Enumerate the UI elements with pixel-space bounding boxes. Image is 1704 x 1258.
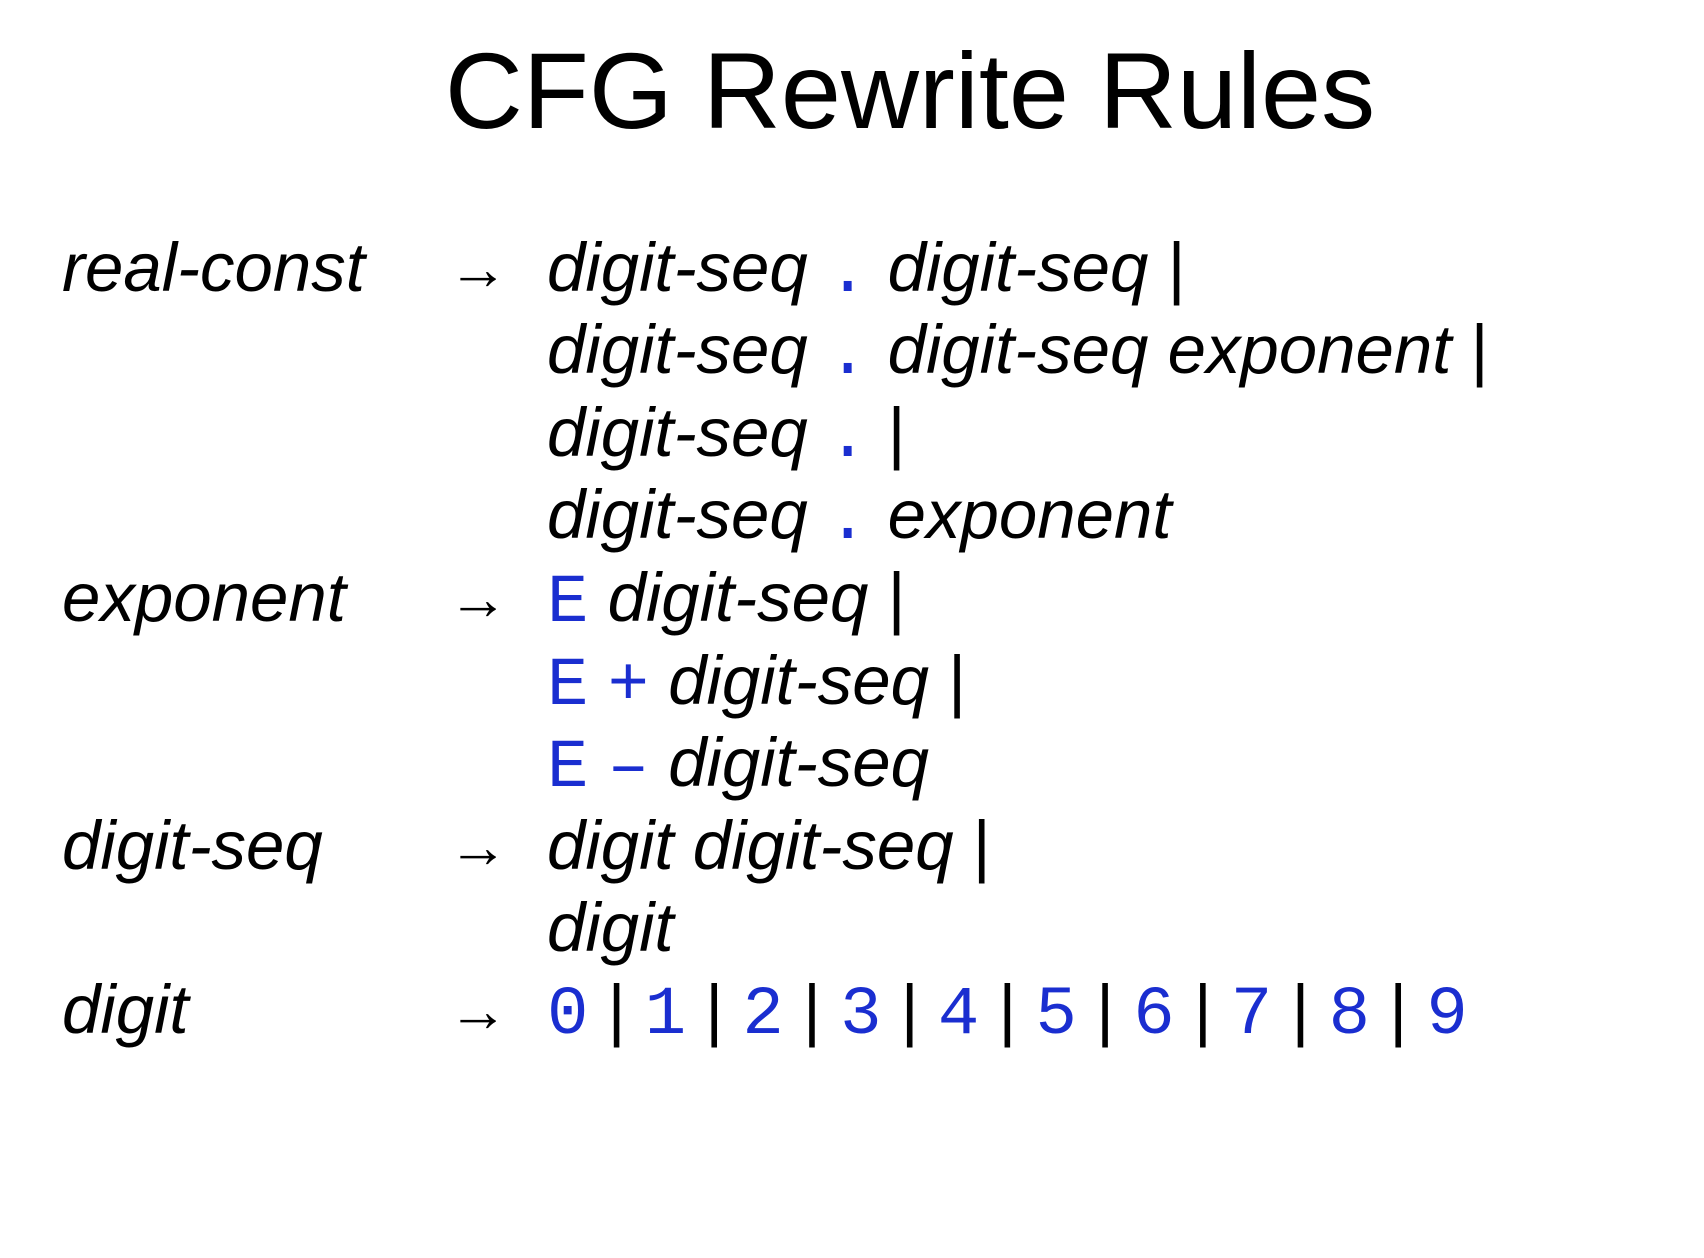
alternation-bar: | [948, 642, 967, 719]
alternation-bar: | [887, 559, 906, 636]
rewrite-arrow-icon: → [448, 235, 508, 302]
terminal-symbol: 4 [937, 976, 980, 1054]
rewrite-arrow-icon: → [448, 565, 508, 632]
terminal-symbol: 5 [1035, 976, 1077, 1054]
alternation-bar: | [1096, 971, 1115, 1048]
alternation-bar: | [1167, 229, 1186, 306]
alternation-bar: | [705, 971, 724, 1048]
terminal-symbol: 1 [644, 976, 687, 1054]
terminal-symbol: 0 [547, 976, 589, 1054]
nonterminal: digit-seq [547, 394, 808, 471]
nonterminal: digit [547, 807, 674, 884]
nonterminal: digit-seq [887, 311, 1149, 388]
alternation-bar: | [998, 971, 1017, 1048]
alternation-bar: | [972, 807, 991, 884]
terminal-symbol: – [607, 729, 650, 807]
terminal-symbol: + [607, 647, 650, 725]
terminal-symbol: 9 [1426, 976, 1468, 1054]
nonterminal: exponent [1167, 311, 1452, 388]
terminal-symbol: 7 [1230, 976, 1273, 1054]
rule-alternative: digit-seq . exponent [547, 475, 1172, 559]
rule-alternative: digit [547, 888, 674, 967]
nonterminal: digit-seq [607, 559, 869, 636]
rewrite-arrow-icon: → [448, 977, 508, 1044]
terminal-symbol: 6 [1133, 976, 1175, 1054]
terminal-symbol: 3 [840, 976, 882, 1054]
alternation-bar: | [1193, 971, 1212, 1048]
rule-lhs: digit [62, 971, 189, 1048]
alternation-bar: | [900, 971, 919, 1048]
nonterminal: digit-seq [547, 311, 808, 388]
nonterminal: digit-seq [887, 229, 1149, 306]
nonterminal: digit-seq [547, 476, 808, 553]
rule-alternative: 0 | 1 | 2 | 3 | 4 | 5 | 6 | 7 | 8 | 9 [547, 970, 1468, 1054]
nonterminal: exponent [887, 476, 1172, 553]
nonterminal: digit [547, 889, 674, 966]
terminal-symbol: . [826, 399, 869, 477]
terminal-symbol: 2 [742, 976, 784, 1054]
rule-lhs: digit-seq [62, 807, 323, 884]
alternation-bar: | [803, 971, 821, 1048]
rule-lhs: real-const [62, 229, 365, 306]
nonterminal: digit-seq [668, 724, 929, 801]
alternation-bar: | [887, 394, 906, 471]
nonterminal: digit-seq [692, 807, 954, 884]
rule-alternative: E – digit-seq [547, 723, 929, 807]
rule-alternative: digit digit-seq | [547, 806, 991, 885]
alternation-bar: | [607, 971, 626, 1048]
terminal-symbol: E [547, 729, 589, 807]
terminal-symbol: E [547, 647, 589, 725]
rule-alternative: E + digit-seq | [547, 641, 966, 725]
rule-alternative: E digit-seq | [547, 558, 906, 642]
terminal-symbol: . [826, 234, 869, 312]
alternation-bar: | [1291, 971, 1310, 1048]
terminal-symbol: E [547, 564, 589, 642]
terminal-symbol: . [826, 481, 869, 559]
nonterminal: digit-seq [668, 642, 929, 719]
rule-alternative: digit-seq . digit-seq exponent | [547, 310, 1489, 394]
alternation-bar: | [1470, 311, 1489, 388]
rule-lhs: exponent [62, 559, 346, 636]
alternation-bar: | [1389, 971, 1408, 1048]
terminal-symbol: . [826, 316, 869, 394]
nonterminal: digit-seq [547, 229, 808, 306]
rule-alternative: digit-seq . digit-seq | [547, 228, 1186, 312]
rule-alternative: digit-seq . | [547, 393, 906, 477]
slide-title: CFG Rewrite Rules [444, 30, 1376, 151]
rewrite-arrow-icon: → [448, 813, 508, 880]
terminal-symbol: 8 [1328, 976, 1371, 1054]
